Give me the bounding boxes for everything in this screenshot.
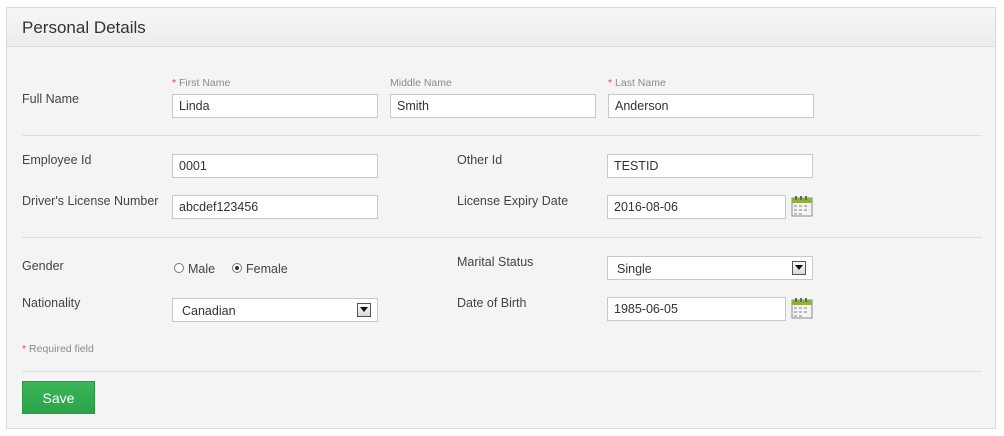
- employee-id-label: Employee Id: [22, 153, 92, 167]
- gender-male-label[interactable]: Male: [188, 262, 215, 276]
- last-name-label: * Last Name: [608, 77, 666, 89]
- license-number-field[interactable]: abcdef123456: [172, 195, 378, 219]
- first-name-label: * First Name: [172, 77, 231, 89]
- divider: [22, 135, 982, 136]
- calendar-icon[interactable]: [791, 297, 813, 319]
- gender-male-radio[interactable]: [174, 263, 184, 273]
- license-expiry-label: License Expiry Date: [457, 194, 569, 208]
- required-field-note: * Required field: [22, 343, 94, 355]
- nationality-select[interactable]: Canadian: [172, 298, 378, 322]
- calendar-icon[interactable]: [791, 195, 813, 217]
- personal-details-panel: Personal Details Full Name * First Name …: [6, 7, 996, 429]
- gender-female-radio[interactable]: [232, 263, 242, 273]
- marital-status-value: Single: [617, 262, 652, 276]
- required-mark: *: [608, 77, 613, 89]
- license-number-label: Driver's License Number: [22, 194, 159, 208]
- first-name-field[interactable]: Linda: [172, 94, 378, 118]
- divider: [22, 371, 982, 372]
- license-expiry-field[interactable]: 2016-08-06: [607, 195, 786, 219]
- last-name-field[interactable]: Anderson: [608, 94, 814, 118]
- required-mark: *: [22, 343, 27, 355]
- nationality-value: Canadian: [182, 304, 236, 318]
- gender-label: Gender: [22, 259, 64, 273]
- employee-id-field[interactable]: 0001: [172, 154, 378, 178]
- marital-status-label: Marital Status: [457, 255, 534, 269]
- middle-name-label: Middle Name: [390, 77, 452, 89]
- chevron-down-icon: [357, 303, 371, 317]
- gender-female-label[interactable]: Female: [246, 262, 288, 276]
- marital-status-select[interactable]: Single: [607, 256, 813, 280]
- panel-title: Personal Details: [22, 18, 146, 37]
- other-id-label: Other Id: [457, 153, 503, 167]
- save-button[interactable]: Save: [22, 381, 95, 414]
- full-name-label: Full Name: [22, 92, 79, 106]
- nationality-label: Nationality: [22, 296, 81, 310]
- other-id-field[interactable]: TESTID: [607, 154, 813, 178]
- panel-header: Personal Details: [7, 8, 995, 47]
- chevron-down-icon: [792, 261, 806, 275]
- divider: [22, 237, 982, 238]
- dob-label: Date of Birth: [457, 296, 527, 310]
- middle-name-field[interactable]: Smith: [390, 94, 596, 118]
- required-mark: *: [172, 77, 177, 89]
- dob-field[interactable]: 1985-06-05: [607, 297, 786, 321]
